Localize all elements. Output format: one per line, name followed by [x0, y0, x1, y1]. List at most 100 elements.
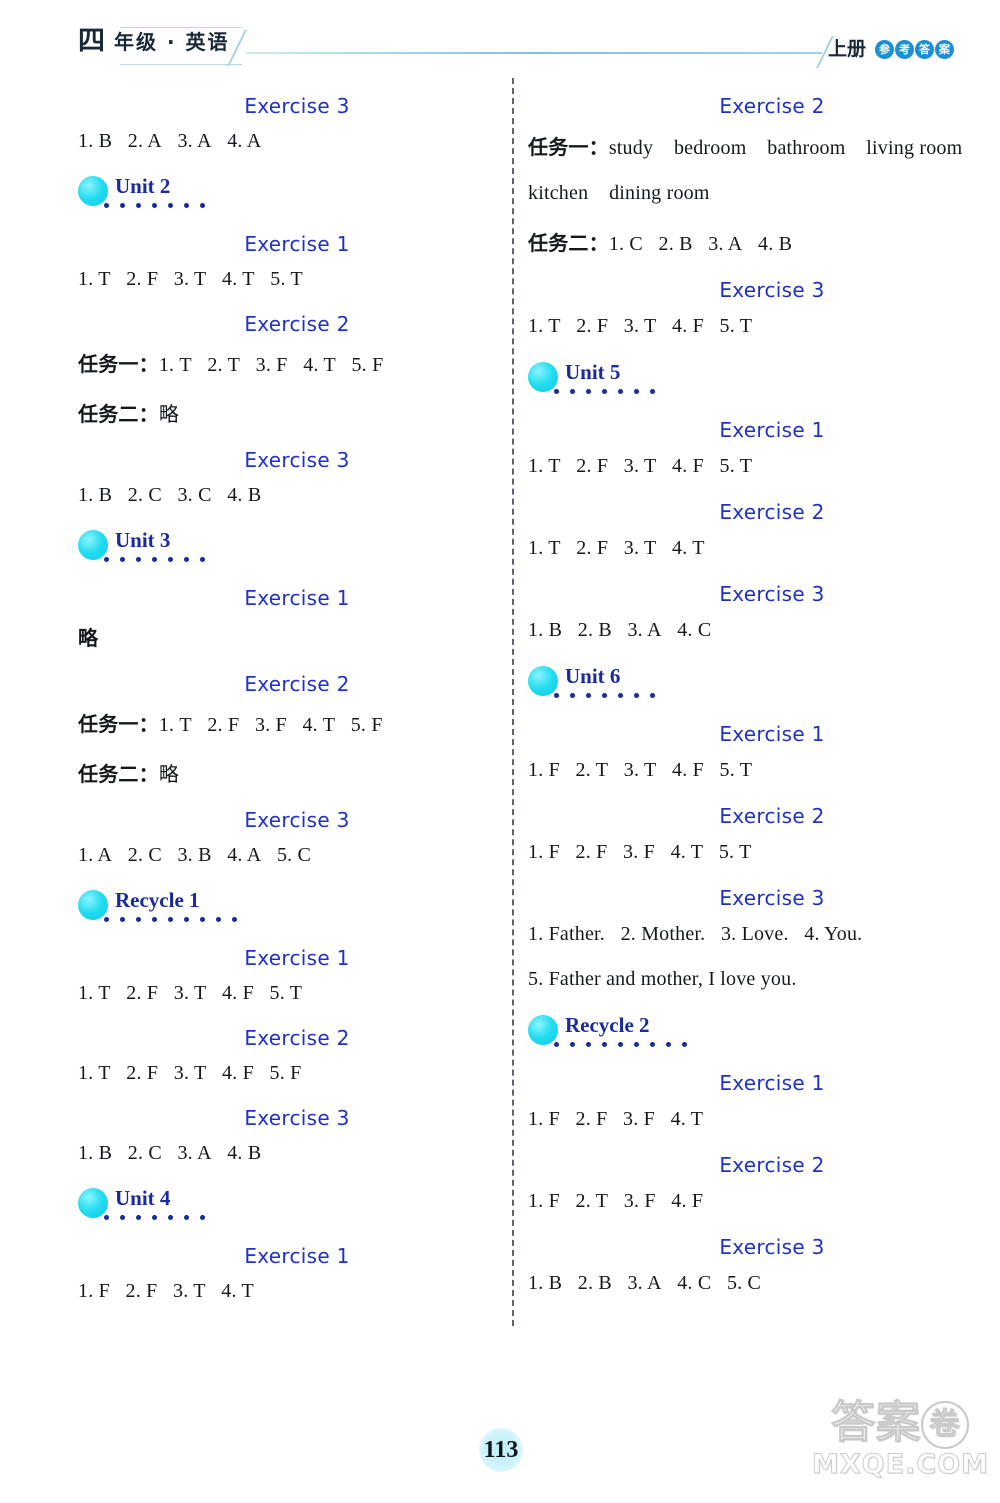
unit-bubble-icon [78, 1188, 108, 1218]
answer-text: 1. Father. 2. Mother. 3. Love. 4. You. [528, 923, 863, 945]
answer-text: 1. F 2. F 3. F 4. T 5. T [528, 841, 752, 863]
unit-dot [554, 1042, 559, 1047]
unit-heading: Unit 3 [78, 528, 488, 568]
answer-text: 1. F 2. T 3. F 4. F [528, 1190, 704, 1212]
unit-dot [650, 693, 655, 698]
answer-text: 1. T 2. F 3. T 4. F 5. T [528, 455, 753, 477]
exercise-heading: Exercise 2 [719, 500, 825, 524]
answer-text: 1. B 2. C 3. A 4. B [78, 1142, 262, 1164]
answer-text: 1. T 2. T 3. F 4. T 5. F [158, 354, 384, 376]
answer-line: 任务二：略 [78, 758, 488, 787]
unit-dot [152, 1215, 157, 1220]
unit-label: Unit 3 [115, 528, 171, 552]
unit-dot [136, 557, 141, 562]
answer-line: 1. A 2. C 3. B 4. A 5. C [78, 844, 488, 867]
unit-bubble-icon [528, 1015, 558, 1045]
exercise-heading: Exercise 1 [244, 232, 350, 256]
column-divider [512, 78, 514, 1326]
unit-label: Unit 6 [565, 664, 621, 688]
unit-bubble-icon [528, 362, 558, 392]
unit-dot [152, 557, 157, 562]
answer-text: study bedroom bathroom living room [608, 137, 963, 159]
unit-dot [168, 557, 173, 562]
unit-dot-trail [554, 693, 655, 698]
unit-bubble-icon [78, 530, 108, 560]
grade-label: 四 [78, 26, 105, 57]
task-prefix: 任务二： [78, 402, 159, 426]
unit-label: Recycle 2 [565, 1013, 650, 1037]
answer-line: 1. B 2. B 3. A 4. C [528, 619, 948, 642]
answer-text: 略 [158, 764, 180, 786]
answer-text: 1. T 2. F 3. F 4. T 5. F [158, 714, 383, 736]
unit-dot [586, 389, 591, 394]
answer-line: 1. F 2. F 3. F 4. T [528, 1108, 948, 1131]
watermark-domain: MXQE.COM [812, 1449, 989, 1481]
answer-line: 1. Father. 2. Mother. 3. Love. 4. You. [528, 923, 948, 946]
unit-heading: Recycle 1 [78, 888, 488, 928]
unit-dot [634, 693, 639, 698]
exercise-heading: Exercise 3 [719, 278, 825, 302]
unit-dot [554, 693, 559, 698]
unit-dot [104, 557, 109, 562]
answer-key-char: 案 [935, 40, 954, 59]
unit-dot [200, 1215, 205, 1220]
unit-dot [666, 1042, 671, 1047]
exercise-heading: Exercise 1 [719, 418, 825, 442]
answer-line: kitchen dining room [528, 182, 948, 205]
unit-dot [120, 557, 125, 562]
answer-line: 1. F 2. T 3. T 4. F 5. T [528, 759, 948, 782]
exercise-heading: Exercise 3 [244, 1106, 350, 1130]
exercise-heading: Exercise 3 [719, 1235, 825, 1259]
answer-line: 1. B 2. B 3. A 4. C 5. C [528, 1272, 948, 1295]
exercise-heading: Exercise 1 [244, 946, 350, 970]
unit-dot [602, 693, 607, 698]
task-prefix: 任务二： [78, 762, 159, 786]
subject-label: 年级 · 英语 [114, 29, 230, 54]
header-rule-bottom [120, 64, 242, 65]
exercise-heading: Exercise 3 [244, 94, 350, 118]
unit-heading: Recycle 2 [528, 1013, 948, 1053]
answer-key-char: 考 [895, 40, 914, 59]
left-column: Exercise 3 1. B 2. A 3. A 4. A Unit 2 Exerc… [78, 76, 488, 1324]
task-prefix: 任务一： [78, 352, 159, 376]
unit-dot [618, 389, 623, 394]
exercise-heading: Exercise 3 [719, 582, 825, 606]
answer-text: 1. A 2. C 3. B 4. A 5. C [78, 844, 312, 866]
unit-dot [570, 389, 575, 394]
unit-label: Recycle 1 [115, 888, 200, 912]
unit-heading: Unit 4 [78, 1186, 488, 1226]
unit-dot-trail [104, 557, 205, 562]
unit-dot [232, 917, 237, 922]
unit-dot [216, 917, 221, 922]
exercise-heading: Exercise 3 [244, 808, 350, 832]
unit-dot [168, 203, 173, 208]
answer-line: 1. T 2. F 3. T 4. T 5. T [78, 268, 488, 291]
answer-text: 1. B 2. A 3. A 4. A [78, 130, 262, 152]
unit-dot [570, 693, 575, 698]
answer-key-char: 参 [875, 40, 894, 59]
watermark-cjk-text: 答案 [831, 1397, 921, 1448]
unit-dot [168, 1215, 173, 1220]
answer-text: 1. B 2. C 3. C 4. B [78, 484, 262, 506]
answer-line: 1. F 2. F 3. T 4. T [78, 1280, 488, 1303]
unit-dot [136, 203, 141, 208]
header-volume-group: 上册 参考答案 [828, 40, 954, 59]
unit-bubble-icon [78, 176, 108, 206]
answer-text: 1. C 2. B 3. A 4. B [608, 233, 793, 255]
task-prefix: 任务一： [78, 712, 159, 736]
exercise-heading: Exercise 2 [244, 1026, 350, 1050]
unit-heading: Unit 6 [528, 664, 948, 704]
answer-line: 1. T 2. F 3. T 4. T [528, 537, 948, 560]
unit-dot [200, 203, 205, 208]
answer-line: 1. B 2. C 3. C 4. B [78, 484, 488, 507]
task-prefix: 任务一： [528, 135, 609, 159]
exercise-heading: Exercise 1 [719, 1071, 825, 1095]
unit-dot-trail [104, 1215, 205, 1220]
unit-bubble-icon [78, 890, 108, 920]
answer-line: 1. T 2. F 3. T 4. F 5. T [78, 982, 488, 1005]
answer-line: 1. T 2. F 3. T 4. F 5. T [528, 455, 948, 478]
unit-dot [184, 1215, 189, 1220]
unit-dot [120, 1215, 125, 1220]
header-slash-left-icon [227, 30, 247, 66]
exercise-heading: Exercise 3 [719, 886, 825, 910]
